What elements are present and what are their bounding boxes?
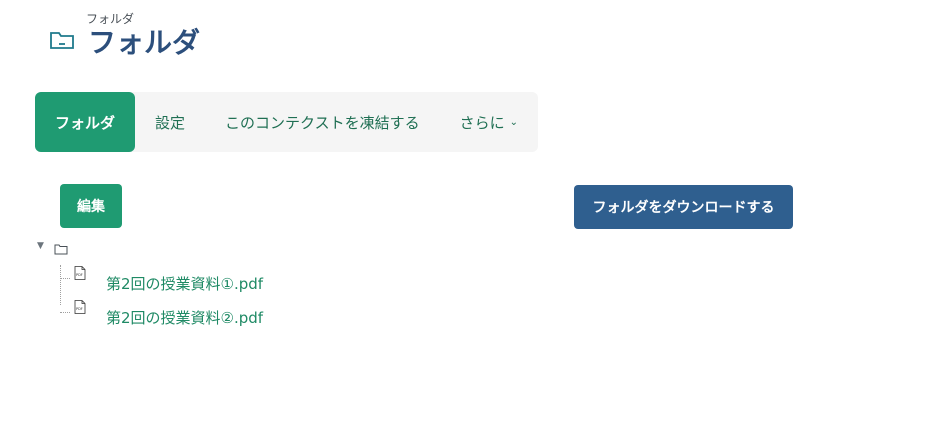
page-header: フォルダ フォルダ — [48, 12, 200, 60]
tab-folder[interactable]: フォルダ — [35, 92, 136, 152]
pdf-icon: PDF — [74, 265, 86, 280]
edit-button[interactable]: 編集 — [60, 184, 122, 228]
download-folder-button[interactable]: フォルダをダウンロードする — [574, 185, 793, 229]
list-item: PDF 第2回の授業資料②.pdf — [60, 299, 320, 333]
file-link[interactable]: 第2回の授業資料①.pdf — [106, 273, 263, 294]
tab-freeze-context[interactable]: このコンテクストを凍結する — [205, 92, 440, 152]
secondary-navigation: フォルダ 設定 このコンテクストを凍結する さらに ⌄ — [35, 92, 538, 152]
svg-text:PDF: PDF — [76, 307, 83, 311]
file-list: PDF 第2回の授業資料①.pdf PDF 第2回の授業資料②.pdf — [60, 265, 320, 333]
tree-connector — [60, 312, 70, 313]
page-pretitle: フォルダ — [86, 12, 135, 26]
page-title: フォルダ — [88, 26, 201, 59]
tree-connector — [60, 278, 70, 279]
list-item: PDF 第2回の授業資料①.pdf — [60, 265, 320, 299]
svg-text:PDF: PDF — [76, 273, 83, 277]
folder-tree: ▼ PDF 第2回の授業資料①.pdf PDF 第2回の授業資料②.pdf — [37, 237, 263, 327]
tab-more-label: さらに — [459, 113, 505, 132]
tab-more[interactable]: さらに ⌄ — [440, 92, 538, 152]
tab-settings[interactable]: 設定 — [135, 92, 205, 152]
folder-icon — [54, 240, 68, 255]
pdf-icon: PDF — [74, 299, 86, 314]
file-link[interactable]: 第2回の授業資料②.pdf — [106, 307, 263, 328]
tree-root[interactable]: ▼ — [37, 237, 68, 255]
caret-down-icon[interactable]: ▼ — [37, 241, 51, 251]
chevron-down-icon: ⌄ — [509, 116, 518, 128]
folder-icon — [48, 26, 76, 54]
